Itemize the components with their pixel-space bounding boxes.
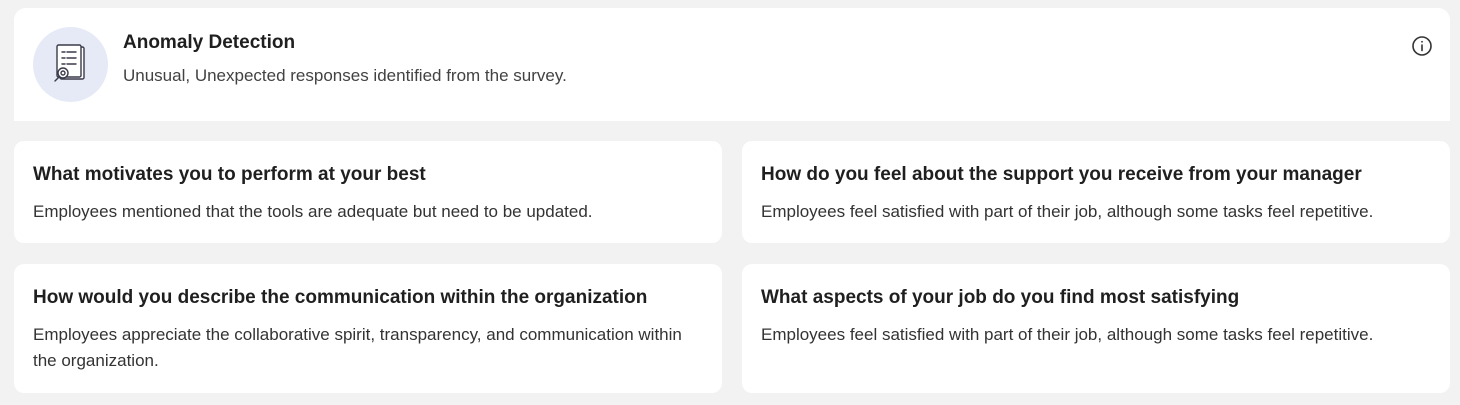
card-description: Employees feel satisfied with part of th… (761, 325, 1374, 344)
page-title: Anomaly Detection (123, 32, 296, 53)
card-description: Employees mentioned that the tools are a… (33, 202, 593, 221)
anomaly-card: What aspects of your job do you find mos… (742, 264, 1450, 393)
card-description: Employees feel satisfied with part of th… (761, 202, 1374, 221)
card-title: How would you describe the communication… (33, 287, 648, 308)
anomaly-card: What motivates you to perform at your be… (14, 141, 722, 243)
card-description: Employees appreciate the collaborative s… (33, 325, 682, 370)
page-subtitle: Unusual, Unexpected responses identified… (123, 66, 567, 85)
anomaly-card: How would you describe the communication… (14, 264, 722, 393)
info-icon[interactable] (1411, 35, 1433, 57)
card-title: What aspects of your job do you find mos… (761, 287, 1240, 308)
anomaly-detection-header: Anomaly Detection Unusual, Unexpected re… (14, 8, 1450, 121)
card-title: What motivates you to perform at your be… (33, 164, 426, 185)
anomaly-card: How do you feel about the support you re… (742, 141, 1450, 243)
card-title: How do you feel about the support you re… (761, 164, 1362, 185)
survey-document-icon (33, 27, 108, 102)
